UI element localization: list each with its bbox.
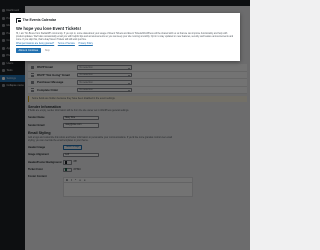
modal-header: The Events Calendar: [16, 17, 234, 24]
modal-title: We hope you love Event Tickets!: [16, 26, 82, 31]
terms-link[interactable]: Terms of Service: [58, 43, 75, 45]
skip-button[interactable]: Skip: [45, 49, 50, 52]
opt-in-modal: The Events Calendar We hope you love Eve…: [10, 13, 240, 61]
calendar-logo-icon: [16, 17, 22, 24]
allow-continue-button[interactable]: Allow & Continue: [16, 48, 41, 54]
privacy-link[interactable]: Privacy Policy: [79, 43, 93, 45]
permissions-link[interactable]: What permissions are being granted?: [16, 43, 54, 45]
brand-name: The Events Calendar: [22, 18, 57, 22]
modal-links: What permissions are being granted? Term…: [16, 43, 234, 45]
modal-actions: Allow & Continue Skip: [16, 48, 234, 54]
modal-body: Hi, I am Tim Bruce from StellarWP commun…: [16, 33, 234, 41]
